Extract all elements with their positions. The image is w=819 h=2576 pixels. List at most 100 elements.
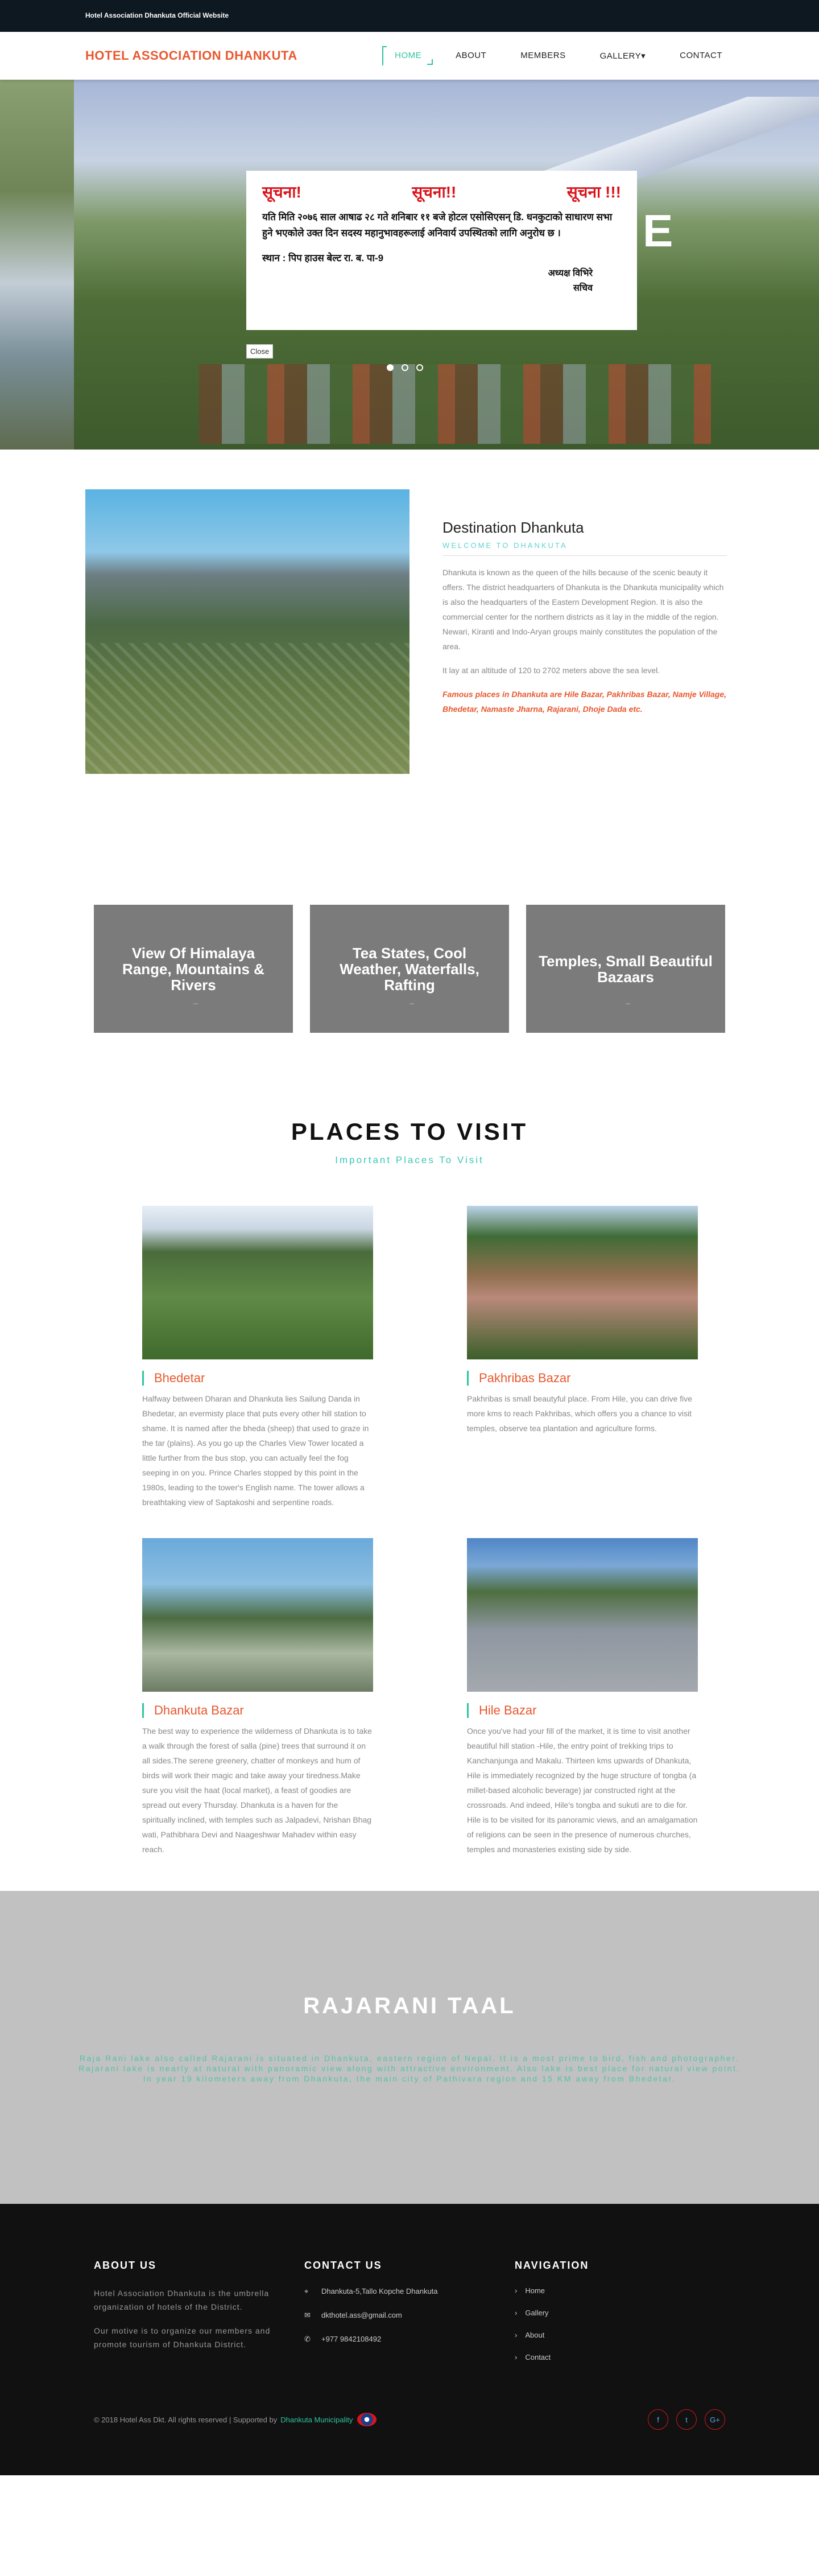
notice-venue: स्थान : पिप हाउस बेल्ट रा. ब. पा-9 xyxy=(262,253,384,263)
taal-text: Raja Rani lake also called Rajarani is s… xyxy=(78,2054,741,2083)
place-image-pakhribas xyxy=(467,1206,698,1359)
places-title: PLACES TO VISIT xyxy=(291,1118,528,1145)
place-description: Halfway between Dharan and Dhankuta lies… xyxy=(142,1394,369,1507)
notice-head-1: सूचना! xyxy=(262,183,301,201)
place-name[interactable]: Bhedetar xyxy=(142,1371,373,1386)
navbar: HOTEL ASSOCIATION DHANKUTA HOME ABOUT ME… xyxy=(0,32,819,80)
place-name[interactable]: Dhankuta Bazar xyxy=(142,1703,373,1718)
notice-signature-2: सचिव xyxy=(573,283,593,293)
place-image-bhedetar xyxy=(142,1206,373,1359)
hero-caption-letter: E xyxy=(643,205,673,256)
place-image-dhankuta-bazar xyxy=(142,1538,373,1692)
chevron-right-icon: › xyxy=(515,2353,518,2361)
footer-bottom: © 2018 Hotel Ass Dkt. All rights reserve… xyxy=(94,2409,725,2430)
menu-about[interactable]: ABOUT xyxy=(444,46,498,66)
place-card-pakhribas: Pakhribas Bazar Pakhribas is small beaut… xyxy=(467,1206,698,1510)
footer-contact-title: CONTACT US xyxy=(304,2260,382,2271)
rajarani-taal-section: RAJARANI TAAL Raja Rani lake also called… xyxy=(0,1891,819,2204)
footer-nav-label[interactable]: Gallery xyxy=(525,2309,548,2317)
menu-home[interactable]: HOME xyxy=(382,46,433,66)
chevron-right-icon: › xyxy=(515,2331,518,2339)
places-subtitle: Important Places To Visit xyxy=(335,1155,484,1165)
notice-close-button[interactable]: Close xyxy=(246,344,274,358)
footer-columns: ABOUT US Hotel Association Dhankuta is t… xyxy=(94,2204,725,2375)
place-description: Pakhribas is small beautyful place. From… xyxy=(467,1394,693,1433)
place-name[interactable]: Pakhribas Bazar xyxy=(467,1371,698,1386)
contact-address: ⌖ Dhankuta-5,Tallo Kopche Dhankuta xyxy=(304,2286,515,2297)
nepal-emblem-icon xyxy=(357,2413,377,2426)
footer-about-text-1: Hotel Association Dhankuta is the umbrel… xyxy=(94,2289,270,2311)
contact-email[interactable]: ✉ dkthotel.ass@gmail.com xyxy=(304,2310,515,2321)
footer-nav-label[interactable]: About xyxy=(525,2331,544,2339)
place-name[interactable]: Hile Bazar xyxy=(467,1703,698,1718)
google-plus-icon[interactable]: G+ xyxy=(705,2409,725,2430)
menu-gallery[interactable]: GALLERY▾ xyxy=(589,46,657,66)
phone-text[interactable]: +977 9842108492 xyxy=(321,2334,381,2344)
destination-paragraph-1: Dhankuta is known as the queen of the hi… xyxy=(442,568,724,651)
feature-card-temples[interactable]: Temples, Small Beautiful Bazaars xyxy=(526,905,725,1033)
phone-icon: ✆ xyxy=(304,2335,311,2343)
hero-left-image xyxy=(0,80,74,450)
place-image-hile-bazar xyxy=(467,1538,698,1692)
footer-navigation: NAVIGATION › Home › Gallery › About › Contac… xyxy=(515,2260,725,2375)
footer-nav-label[interactable]: Contact xyxy=(525,2353,551,2361)
footer-about-title: ABOUT US xyxy=(94,2260,156,2271)
footer-nav-label[interactable]: Home xyxy=(525,2286,545,2295)
taal-title: RAJARANI TAAL xyxy=(303,1993,516,2018)
top-bar-text: Hotel Association Dhankuta Official Webs… xyxy=(85,11,229,19)
footer-about: ABOUT US Hotel Association Dhankuta is t… xyxy=(94,2260,304,2375)
hero-slider: E सूचना! सूचना!! सूचना !!! यति मिति २०७६… xyxy=(0,80,819,450)
notice-headings: सूचना! सूचना!! सूचना !!! xyxy=(257,181,627,203)
place-description: The best way to experience the wildernes… xyxy=(142,1726,372,1854)
destination-section: Destination Dhankuta WELCOME TO DHANKUTA… xyxy=(0,450,819,774)
footer-contact: CONTACT US ⌖ Dhankuta-5,Tallo Kopche Dhan… xyxy=(304,2260,515,2375)
social-links: f t G+ xyxy=(648,2409,725,2430)
places-grid: Bhedetar Halfway between Dharan and Dhan… xyxy=(0,1206,819,1857)
place-card-hile-bazar: Hile Bazar Once you've had your fill of … xyxy=(467,1538,698,1857)
footer-nav-title: NAVIGATION xyxy=(515,2260,589,2271)
destination-text: Destination Dhankuta WELCOME TO DHANKUTA… xyxy=(442,489,727,714)
slider-dot-3[interactable] xyxy=(416,364,423,371)
place-card-dhankuta-bazar: Dhankuta Bazar The best way to experienc… xyxy=(142,1538,373,1857)
destination-famous-places: Famous places in Dhankuta are Hile Bazar… xyxy=(442,690,727,714)
hero-village-image xyxy=(199,364,711,444)
copyright-text: © 2018 Hotel Ass Dkt. All rights reserve… xyxy=(94,2415,278,2424)
main-menu: HOME ABOUT MEMBERS GALLERY▾ CONTACT xyxy=(371,46,734,66)
footer-about-text-2: Our motive is to organize our members an… xyxy=(94,2326,271,2349)
slider-dot-1[interactable] xyxy=(387,364,394,371)
notice-popup: सूचना! सूचना!! सूचना !!! यति मिति २०७६ स… xyxy=(246,171,637,330)
address-text: Dhankuta-5,Tallo Kopche Dhankuta xyxy=(321,2287,438,2295)
notice-head-3: सूचना !!! xyxy=(566,183,621,201)
menu-members[interactable]: MEMBERS xyxy=(509,46,577,66)
email-text[interactable]: dkthotel.ass@gmail.com xyxy=(321,2310,402,2321)
destination-paragraph-2: It lay at an altitude of 120 to 2702 met… xyxy=(442,666,660,675)
feature-card-himalaya[interactable]: View Of Himalaya Range, Mountains & Rive… xyxy=(94,905,293,1033)
footer: ABOUT US Hotel Association Dhankuta is t… xyxy=(0,2204,819,2475)
facebook-icon[interactable]: f xyxy=(648,2409,668,2430)
notice-head-2: सूचना!! xyxy=(412,183,457,201)
menu-contact[interactable]: CONTACT xyxy=(668,46,734,66)
location-icon: ⌖ xyxy=(304,2287,309,2295)
notice-signature-1: अध्यक्ष विभिरे xyxy=(548,269,593,278)
chevron-right-icon: › xyxy=(515,2309,518,2317)
places-section: PLACES TO VISIT Important Places To Visi… xyxy=(0,1118,819,1166)
envelope-icon: ✉ xyxy=(304,2311,311,2319)
notice-body: यति मिति २०७६ साल आषाढ २८ गते शनिबार ११ … xyxy=(262,212,613,238)
footer-nav-gallery[interactable]: › Gallery xyxy=(515,2309,725,2317)
twitter-icon[interactable]: t xyxy=(676,2409,697,2430)
slider-dot-2[interactable] xyxy=(402,364,408,371)
feature-card-tea[interactable]: Tea States, Cool Weather, Waterfalls, Ra… xyxy=(310,905,509,1033)
footer-nav-about[interactable]: › About xyxy=(515,2331,725,2339)
slider-dots xyxy=(387,364,423,371)
footer-nav-contact[interactable]: › Contact xyxy=(515,2353,725,2361)
chevron-right-icon: › xyxy=(515,2286,518,2295)
features-row: View Of Himalaya Range, Mountains & Rive… xyxy=(0,905,819,1033)
place-card-bhedetar: Bhedetar Halfway between Dharan and Dhan… xyxy=(142,1206,373,1510)
destination-subtitle: WELCOME TO DHANKUTA xyxy=(442,541,727,556)
brand-logo[interactable]: HOTEL ASSOCIATION DHANKUTA xyxy=(85,48,371,63)
footer-nav-home[interactable]: › Home xyxy=(515,2286,725,2295)
destination-title: Destination Dhankuta xyxy=(442,519,584,536)
contact-phone[interactable]: ✆ +977 9842108492 xyxy=(304,2334,515,2344)
supported-by-link[interactable]: Dhankuta Municipality xyxy=(280,2416,353,2424)
place-description: Once you've had your fill of the market,… xyxy=(467,1726,698,1854)
